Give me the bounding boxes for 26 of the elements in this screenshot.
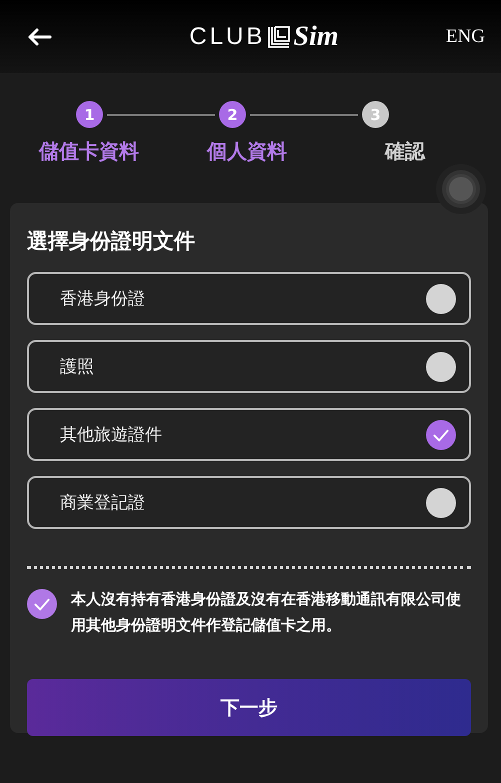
document-option[interactable]: 香港身份證 bbox=[27, 272, 471, 325]
radio-button[interactable] bbox=[426, 352, 456, 382]
option-label: 護照 bbox=[60, 356, 94, 378]
radio-button[interactable] bbox=[426, 420, 456, 450]
option-label: 香港身份證 bbox=[60, 288, 145, 310]
language-toggle[interactable]: ENG bbox=[446, 26, 485, 48]
step-number: 1 bbox=[76, 101, 103, 128]
radio-button[interactable] bbox=[426, 284, 456, 314]
step-label: 確認 bbox=[385, 138, 425, 165]
step-number: 2 bbox=[219, 101, 246, 128]
logo-mark-icon bbox=[268, 26, 290, 48]
section-title: 選擇身份證明文件 bbox=[27, 228, 196, 255]
logo-text: Sim bbox=[293, 20, 339, 52]
next-button[interactable]: 下一步 bbox=[27, 679, 471, 736]
checkbox[interactable] bbox=[27, 589, 57, 619]
logo-text: CLUB bbox=[189, 22, 266, 50]
back-arrow-icon[interactable] bbox=[26, 26, 52, 46]
document-option[interactable]: 護照 bbox=[27, 340, 471, 393]
step-label: 儲值卡資料 bbox=[39, 138, 139, 165]
option-label: 商業登記證 bbox=[60, 492, 145, 514]
step-label: 個人資料 bbox=[207, 138, 287, 165]
document-option[interactable]: 商業登記證 bbox=[27, 476, 471, 529]
radio-button[interactable] bbox=[426, 488, 456, 518]
option-label: 其他旅遊證件 bbox=[60, 424, 162, 446]
declaration-text: 本人沒有持有香港身份證及沒有在香港移動通訊有限公司使用其他身份證明文件作登記儲值卡之用。 bbox=[71, 589, 462, 636]
document-option[interactable]: 其他旅遊證件 bbox=[27, 408, 471, 461]
